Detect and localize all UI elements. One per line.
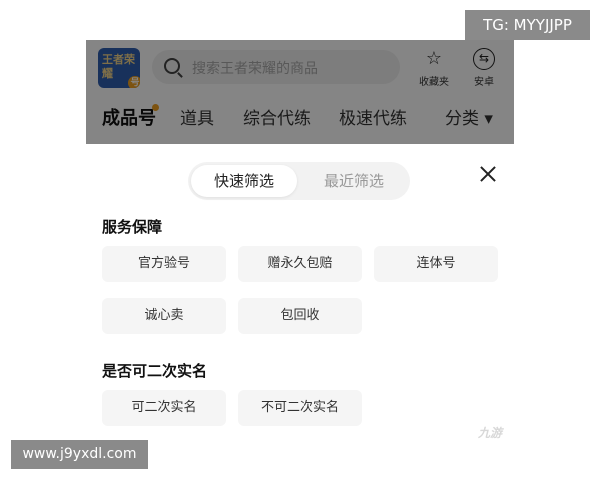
site-url-label: www.j9yxdl.com bbox=[11, 440, 148, 469]
watermark: 九游 bbox=[478, 426, 503, 440]
section-title-second-verification: 是否可二次实名 bbox=[102, 362, 208, 380]
option-buyback[interactable]: 包回收 bbox=[238, 298, 362, 334]
section-title-service-guarantee: 服务保障 bbox=[102, 218, 163, 236]
telegram-label: TG: MYYJJPP bbox=[465, 10, 590, 40]
phone-screen: 王者荣耀 号 搜索王者荣耀的商品 ☆ 收藏夹 ⇆ 安卓 成品号 道具 综合代练 … bbox=[86, 40, 514, 460]
filter-mode-switch: 快速筛选 最近筛选 bbox=[188, 162, 410, 200]
tab-recent-filter[interactable]: 最近筛选 bbox=[301, 165, 407, 197]
close-button[interactable] bbox=[474, 160, 502, 188]
option-second-verification-no[interactable]: 不可二次实名 bbox=[238, 390, 362, 426]
screenshot-stage: 王者荣耀 号 搜索王者荣耀的商品 ☆ 收藏夹 ⇆ 安卓 成品号 道具 综合代练 … bbox=[0, 0, 600, 480]
option-sincere-sale[interactable]: 诚心卖 bbox=[102, 298, 226, 334]
option-permanent-compensation[interactable]: 赠永久包赔 bbox=[238, 246, 362, 282]
tab-quick-filter[interactable]: 快速筛选 bbox=[191, 165, 297, 197]
app-header: 王者荣耀 号 搜索王者荣耀的商品 ☆ 收藏夹 ⇆ 安卓 成品号 道具 综合代练 … bbox=[86, 40, 514, 144]
option-second-verification-yes[interactable]: 可二次实名 bbox=[102, 390, 226, 426]
option-official-verification[interactable]: 官方验号 bbox=[102, 246, 226, 282]
option-linked-account[interactable]: 连体号 bbox=[374, 246, 498, 282]
modal-dim-overlay[interactable] bbox=[86, 40, 514, 144]
filter-bottom-sheet: 快速筛选 最近筛选 服务保障 官方验号 赠永久包赔 连体号 诚心卖 包回收 是否… bbox=[86, 144, 514, 460]
